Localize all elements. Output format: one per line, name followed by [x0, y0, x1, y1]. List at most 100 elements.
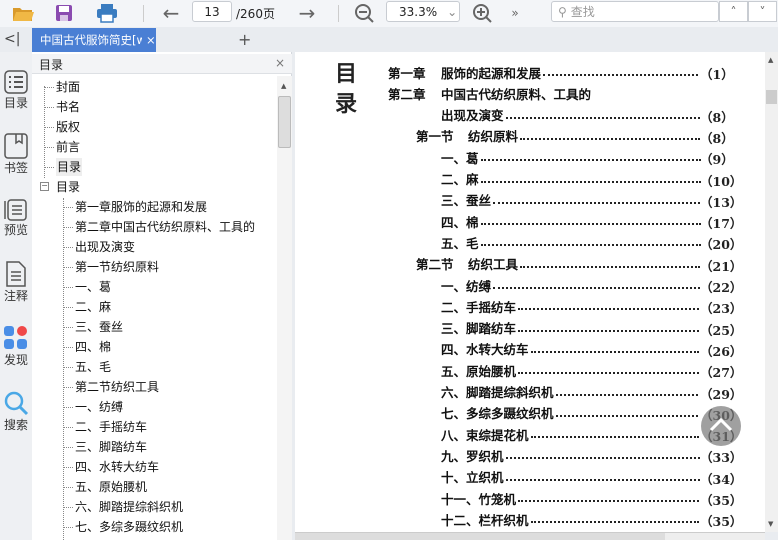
toc-panel-title: 目录 [39, 58, 64, 72]
toolbar: ← 13 /260页 → 33.3% ⌄ » ⚲ 查找 ˄ ˅ [0, 0, 778, 27]
toc-entry-page: （1） [700, 67, 734, 82]
side-nav-toc[interactable]: 目录 [0, 70, 32, 111]
open-folder-icon[interactable] [10, 2, 36, 24]
toc-item[interactable]: 三、脚踏纺车 [75, 438, 147, 456]
side-nav-label: 预览 [3, 223, 28, 237]
new-tab-button[interactable]: + [238, 30, 251, 49]
toc-scrollbar[interactable]: ▲ [277, 76, 292, 540]
toc-item[interactable]: 三、蚕丝 [75, 318, 123, 336]
zoom-value: 33.3% [399, 4, 438, 19]
page-total: /260页 [236, 6, 275, 21]
more-button[interactable]: » [506, 2, 524, 24]
toc-entry-title: 十一、竹笼机 [441, 489, 700, 507]
prev-page-icon[interactable]: ← [158, 1, 184, 25]
toc-entry-title: 二、手摇纺车 [441, 297, 700, 315]
search-prev-button[interactable]: ˄ [719, 1, 748, 22]
toc-entry-page: （35） [700, 514, 743, 530]
toc-entry-title: 七、多综多蹑纹织机 [441, 404, 698, 422]
toc-group[interactable]: 目录 [56, 178, 80, 196]
toc-item[interactable]: 目录 [56, 158, 83, 176]
toc-entry-title: 十二、栏杆织机 [441, 510, 699, 528]
toc-item[interactable]: 一、纺缚 [75, 398, 123, 416]
side-nav-search[interactable]: 搜索 [0, 390, 32, 433]
annotation-icon [0, 261, 32, 287]
side-nav-bookmark[interactable]: 书签 [0, 133, 32, 176]
toc-item[interactable]: 第二节纺织工具 [75, 378, 159, 396]
toc-item[interactable]: 二、麻 [75, 298, 111, 316]
toc-entry-page: （8） [700, 109, 734, 125]
chevron-up-icon [709, 417, 733, 432]
chevron-down-icon: ⌄ [447, 4, 458, 19]
side-nav-discover[interactable]: 发现 [0, 325, 32, 368]
toc-entry-page: （26） [700, 343, 743, 359]
toc-item[interactable]: 五、毛 [75, 358, 111, 376]
toc-entry-page: （22） [700, 280, 743, 295]
toc-item[interactable]: 第二章中国古代纺织原料、工具的 [75, 218, 255, 236]
toc-entry-page: （34） [700, 471, 743, 487]
toc-entry-page: （25） [700, 322, 743, 338]
preview-icon [0, 197, 32, 221]
toc-entry-page: （27） [700, 365, 743, 381]
toc-entry-page: （8） [700, 130, 734, 146]
document-vertical-scrollbar[interactable]: ▲ ▼ [765, 52, 778, 532]
zoom-in-icon[interactable] [470, 2, 494, 24]
toc-entry-number: 第一节 [416, 129, 454, 145]
tab-close-icon[interactable]: × [146, 33, 156, 47]
toc-item[interactable]: 四、水转大纺车 [75, 458, 159, 476]
next-page-icon[interactable]: → [294, 1, 320, 25]
back-to-top-button[interactable] [701, 406, 741, 446]
h-scroll-thumb[interactable] [295, 533, 665, 540]
toc-panel-close-icon[interactable]: × [275, 56, 285, 70]
toc-entry-page: （20） [700, 237, 743, 253]
toc-item[interactable]: 四、棉 [75, 338, 111, 356]
toc-item[interactable]: 五、原始腰机 [75, 478, 147, 496]
toc-scroll-thumb[interactable] [278, 96, 291, 148]
toc-entry-title: 四、水转大纺车 [441, 340, 699, 358]
toc-item[interactable]: 版权 [56, 118, 80, 136]
toc-item[interactable]: 第一节纺织原料 [75, 258, 159, 276]
toc-entry-number: 第二节 [416, 257, 454, 273]
toc-entry-page: （10） [700, 173, 743, 189]
search-icon: ⚲ [558, 4, 567, 19]
document-horizontal-scrollbar[interactable] [295, 532, 765, 540]
toc-entry-page: （33） [700, 450, 743, 466]
side-nav-label: 发现 [3, 353, 28, 367]
zoom-select[interactable]: 33.3% ⌄ [386, 1, 460, 22]
toc-entry-title: 一、纺缚 [441, 276, 701, 294]
toc-entry-page: （21） [700, 258, 743, 274]
collapse-toggle-icon[interactable]: − [40, 182, 49, 191]
toc-entry-title: 五、毛 [441, 233, 701, 251]
toc-icon [0, 70, 32, 94]
toc-item[interactable]: 二、手摇纺车 [75, 418, 147, 436]
toc-item[interactable]: 一、葛 [75, 278, 111, 296]
page-number-input[interactable]: 13 [192, 1, 232, 22]
toc-entry-page: （9） [700, 152, 734, 168]
search-next-button[interactable]: ˅ [748, 1, 777, 22]
tab-document[interactable]: 中国古代服饰简史[www.j9p.com] × [32, 28, 156, 52]
toc-entry-title: 三、蚕丝 [441, 191, 701, 209]
toc-item[interactable]: 第一章服饰的起源和发展 [75, 198, 207, 216]
toc-entry-title: 出现及演变 [441, 106, 700, 124]
side-nav-label: 注释 [3, 289, 28, 303]
zoom-out-icon[interactable] [352, 2, 376, 24]
toc-item[interactable]: 书名 [56, 98, 80, 116]
doc-scroll-thumb[interactable] [766, 90, 777, 104]
toc-item[interactable]: 出现及演变 [75, 238, 135, 256]
toc-entry-title: 纺织工具 [468, 255, 701, 273]
search-input[interactable]: ⚲ 查找 [551, 1, 719, 22]
collapse-sidebar-button[interactable]: <| [4, 31, 20, 47]
side-nav-annotation[interactable]: 注释 [0, 261, 32, 304]
toc-heading: 目录 [335, 62, 358, 117]
side-nav-label: 目录 [3, 96, 28, 110]
toc-item[interactable]: 六、脚踏提综斜织机 [75, 498, 183, 516]
toc-item[interactable]: 封面 [56, 78, 80, 96]
side-nav-preview[interactable]: 预览 [0, 197, 32, 238]
print-icon[interactable] [94, 2, 120, 24]
toc-entry-number: 第一章 [388, 65, 426, 81]
toc-entry-title: 十、立织机 [441, 468, 700, 486]
toc-item[interactable]: 七、多综多蹑纹织机 [75, 518, 183, 536]
bookmark-icon [0, 133, 32, 159]
tab-title: 中国古代服饰简史[www.j9p.com] [40, 33, 142, 47]
toc-item[interactable]: 前言 [56, 138, 80, 156]
save-icon[interactable] [52, 2, 76, 24]
